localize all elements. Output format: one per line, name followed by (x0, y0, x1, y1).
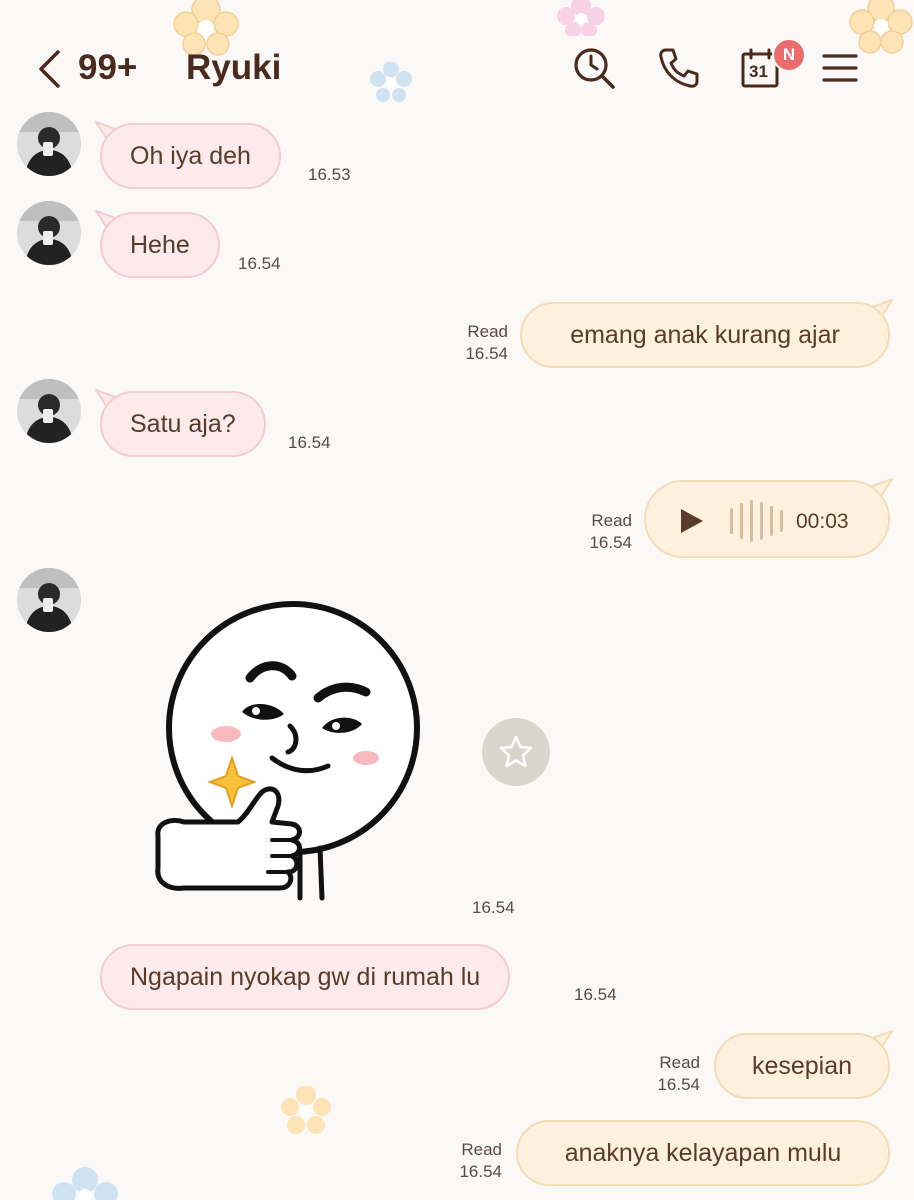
avatar[interactable] (17, 112, 81, 176)
voice-message[interactable]: 00:03 (644, 480, 890, 558)
calendar-day: 31 (749, 62, 768, 81)
outgoing-message[interactable]: anaknya kelayapan mulu (516, 1120, 890, 1186)
message-time: 16.54 (472, 898, 515, 917)
outgoing-message[interactable]: kesepian (714, 1033, 890, 1099)
message-time: 16.54 (288, 433, 331, 452)
incoming-message[interactable]: Ngapain nyokap gw di rumah lu (100, 944, 511, 1010)
menu-button[interactable] (816, 44, 864, 92)
chevron-left-icon (39, 50, 60, 88)
star-icon (499, 735, 533, 768)
call-button[interactable] (654, 44, 702, 92)
phone-icon (659, 48, 699, 88)
search-button[interactable] (570, 44, 618, 92)
message-time: 16.54 (238, 254, 281, 273)
flower-decoration (52, 1167, 118, 1200)
read-receipt: Read 16.54 (459, 1140, 502, 1181)
waveform (730, 500, 783, 542)
avatar[interactable] (17, 379, 81, 443)
back-button[interactable] (36, 46, 66, 92)
search-clock-icon (574, 48, 615, 89)
incoming-message[interactable]: Satu aja? (100, 391, 266, 457)
menu-icon (822, 54, 858, 82)
read-receipt: Read 16.54 (465, 322, 508, 363)
add-favorite-button[interactable] (482, 718, 550, 786)
chat-title[interactable]: Ryuki (186, 48, 281, 88)
voice-duration: 00:03 (796, 510, 849, 533)
chat-header: 99+ Ryuki 31 N (0, 0, 914, 110)
incoming-message[interactable]: Hehe (100, 212, 220, 278)
avatar[interactable] (17, 568, 81, 632)
message-time: 16.53 (308, 165, 351, 184)
unread-count[interactable]: 99+ (78, 48, 137, 88)
incoming-message[interactable]: Oh iya deh (100, 123, 281, 189)
read-receipt: Read 16.54 (589, 511, 632, 552)
play-icon[interactable] (676, 506, 706, 536)
read-receipt: Read 16.54 (657, 1053, 700, 1094)
notification-badge: N (772, 38, 806, 72)
avatar[interactable] (17, 201, 81, 265)
outgoing-message[interactable]: emang anak kurang ajar (520, 302, 890, 368)
thumbs-up-sticker[interactable] (150, 600, 430, 905)
message-time: 16.54 (574, 985, 617, 1004)
flower-decoration (281, 1086, 331, 1134)
